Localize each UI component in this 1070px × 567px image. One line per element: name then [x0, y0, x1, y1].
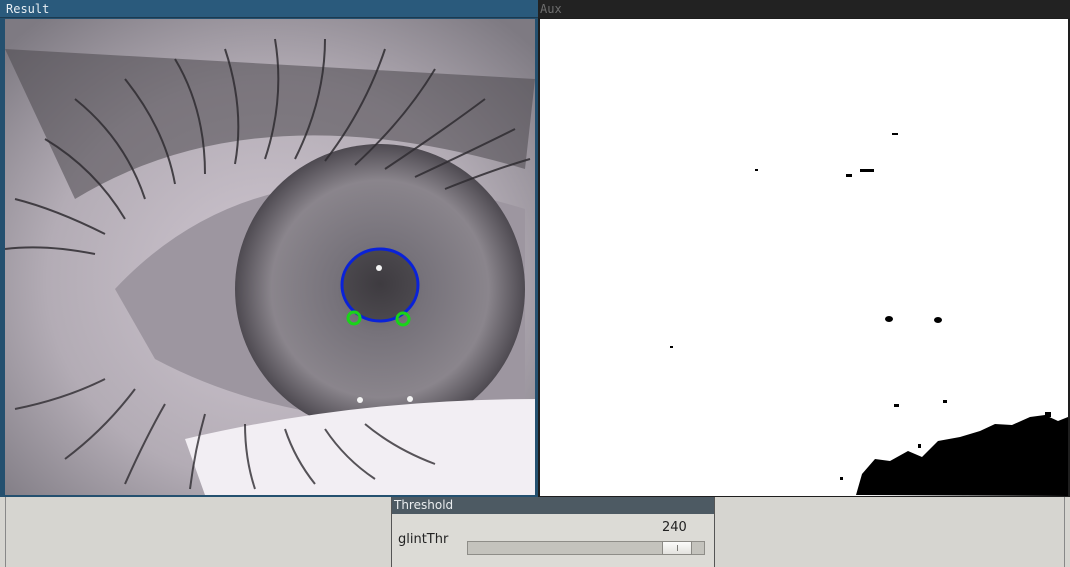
aux-window-title: Aux [538, 0, 1070, 18]
panel-divider [5, 497, 6, 567]
result-window: Result [0, 0, 538, 497]
threshold-window-title: Threshold [392, 497, 714, 514]
aux-threshold-image [540, 19, 1068, 496]
slider-handle[interactable] [662, 541, 692, 555]
threshold-window: Threshold 240 glintThr [391, 497, 715, 567]
result-image [5, 19, 535, 495]
glint-threshold-slider[interactable] [467, 541, 705, 555]
grip-icon [677, 545, 678, 551]
eye-image [5, 19, 535, 495]
aux-window: Aux [538, 0, 1070, 497]
panel-divider [1064, 497, 1065, 567]
trackbar-label: glintThr [398, 532, 449, 547]
result-window-title: Result [0, 0, 538, 18]
trackbar-value: 240 [662, 520, 687, 535]
binary-mask [540, 19, 1068, 496]
